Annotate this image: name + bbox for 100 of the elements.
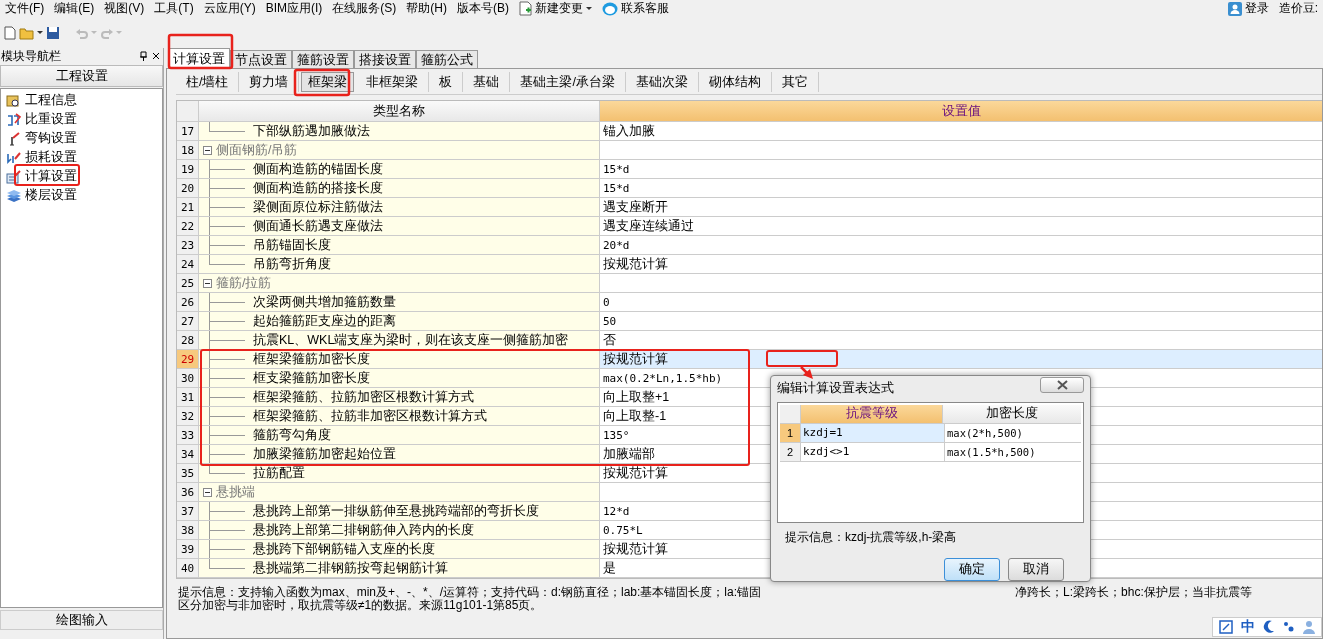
setting-value[interactable]: 0.75*L (603, 523, 643, 537)
highlight-box (766, 350, 838, 367)
setting-name: 下部纵筋遇加腋做法 (253, 122, 370, 140)
menu-item[interactable]: 帮助(H) (401, 0, 452, 17)
folder-icon[interactable] (19, 25, 35, 40)
ime-mode[interactable]: 中 (1241, 618, 1255, 636)
sub-tab[interactable]: 非框架梁 (356, 72, 430, 92)
annotation-arrow (800, 366, 813, 379)
setting-value[interactable]: 15*d (603, 162, 630, 176)
cancel-button[interactable]: 取消 (1008, 558, 1064, 581)
column-header[interactable]: 抗震等级 (801, 404, 943, 423)
setting-name: 次梁两侧共增加箍筋数量 (253, 293, 396, 311)
collapse-icon[interactable] (203, 145, 212, 155)
row-number: 31 (177, 388, 199, 406)
sub-tab[interactable]: 基础主梁/承台梁 (510, 72, 626, 92)
collapse-icon[interactable] (203, 487, 212, 497)
row-number: 32 (177, 407, 199, 425)
setting-value[interactable]: max(0.2*Ln,1.5*hb) (603, 371, 723, 385)
tree-item[interactable]: 计算设置 (1, 167, 162, 186)
setting-value[interactable]: 加腋端部 (603, 445, 655, 463)
setting-value[interactable]: 12*d (603, 504, 630, 518)
menu-item[interactable]: 云应用(Y) (198, 0, 261, 17)
setting-value[interactable]: 0 (603, 295, 610, 309)
save-icon[interactable] (46, 25, 60, 40)
row-number: 20 (177, 179, 199, 197)
tab[interactable]: 节点设置 (230, 50, 292, 68)
new-change-menu[interactable]: 新建变更 (514, 0, 597, 17)
column-header[interactable]: 加密长度 (943, 404, 1081, 423)
row-number: 24 (177, 255, 199, 273)
row-number: 28 (177, 331, 199, 349)
ok-button[interactable]: 确定 (944, 558, 1000, 581)
section-button[interactable]: 工程设置 (0, 65, 163, 87)
menu-item[interactable]: 在线服务(S) (327, 0, 402, 17)
setting-value[interactable]: 是 (603, 559, 616, 577)
setting-value[interactable]: 按规范计算 (603, 540, 668, 558)
tab[interactable]: 搭接设置 (354, 50, 416, 68)
pin-icon[interactable] (139, 51, 148, 61)
table-cell[interactable]: max(1.5*h,500) (945, 442, 1081, 461)
column-header[interactable]: 设置值 (600, 101, 1322, 121)
setting-value[interactable]: 按规范计算 (603, 464, 668, 482)
row-number: 34 (177, 445, 199, 463)
setting-value[interactable]: 向上取整-1 (603, 407, 667, 425)
login-link[interactable]: 登录 (1222, 0, 1274, 17)
setting-value[interactable]: 遇支座连续通过 (603, 217, 694, 235)
dialog-title: 编辑计算设置表达式 (777, 380, 895, 398)
sub-tab[interactable]: 其它 (771, 72, 819, 92)
sub-tab[interactable]: 板 (429, 72, 464, 92)
row-number: 18 (177, 141, 199, 159)
setting-value[interactable]: 20*d (603, 238, 630, 252)
tree-item[interactable]: 楼层设置 (1, 186, 162, 205)
row-number: 17 (177, 122, 199, 140)
collapse-icon[interactable] (203, 278, 212, 288)
menu-item[interactable]: 编辑(E) (49, 0, 100, 17)
sub-tab[interactable]: 基础 (463, 72, 511, 92)
setting-name: 吊筋锚固长度 (253, 236, 331, 254)
setting-value[interactable]: 按规范计算 (603, 255, 668, 273)
tree-item[interactable]: 比重设置 (1, 110, 162, 129)
setting-value[interactable]: 遇支座断开 (603, 198, 668, 216)
setting-value[interactable]: 向上取整+1 (603, 388, 670, 406)
new-file-icon[interactable] (4, 25, 16, 40)
setting-value[interactable]: 135° (603, 428, 630, 442)
hint-text: 提示信息：kzdj-抗震等级,h-梁高 (785, 528, 957, 546)
setting-value[interactable]: 锚入加腋 (603, 122, 655, 140)
sub-tab[interactable]: 框架梁 (301, 72, 355, 92)
setting-value[interactable]: 否 (603, 331, 616, 349)
menu-item[interactable]: 文件(F) (0, 0, 50, 17)
ime-toolbar[interactable]: 中 (1212, 617, 1322, 637)
row-number: 29 (177, 350, 199, 368)
tree-item[interactable]: 弯钩设置 (1, 129, 162, 148)
tree-item[interactable]: 损耗设置 (1, 148, 162, 167)
setting-value[interactable]: 15*d (603, 181, 630, 195)
tab[interactable]: 计算设置 (168, 48, 230, 68)
document-icon (519, 1, 532, 16)
tree-item[interactable]: 工程信息 (1, 91, 162, 110)
drawing-input-button[interactable]: 绘图输入 (0, 610, 163, 630)
setting-name: 侧面构造筋的搭接长度 (253, 179, 383, 197)
setting-name: 吊筋弯折角度 (253, 255, 331, 273)
menu-item[interactable]: 版本号(B) (452, 0, 514, 17)
table-cell[interactable]: kzdj<>1 (801, 442, 945, 461)
sub-tab[interactable]: 砌体结构 (698, 72, 772, 92)
setting-name: 抗震KL、WKL端支座为梁时，则在该支座一侧箍筋加密 (253, 331, 569, 349)
contact-service-link[interactable]: 联系客服 (597, 0, 674, 17)
close-icon[interactable] (152, 52, 160, 60)
menu-item[interactable]: 视图(V) (99, 0, 150, 17)
menu-item[interactable]: BIM应用(I) (260, 0, 328, 17)
floor-settings-icon (6, 188, 22, 203)
close-button[interactable] (1040, 376, 1084, 393)
menu-item[interactable]: 工具(T) (149, 0, 199, 17)
sub-tab[interactable]: 基础次梁 (625, 72, 699, 92)
tab[interactable]: 箍筋公式 (416, 50, 478, 68)
column-header[interactable]: 类型名称 (199, 101, 600, 121)
setting-value[interactable]: 按规范计算 (603, 350, 668, 368)
tab[interactable]: 箍筋设置 (292, 50, 354, 68)
table-cell[interactable]: max(2*h,500) (945, 423, 1081, 442)
group-label: 箍筋/拉筋 (216, 274, 272, 292)
setting-value[interactable]: 50 (603, 314, 617, 328)
setting-name: 框架梁箍筋、拉筋加密区根数计算方式 (253, 388, 474, 406)
hint-text: 区分加密与非加密时，取抗震等级≠1的数据。来源11g101-1第85页。 (178, 599, 543, 612)
sub-tab[interactable]: 剪力墙 (239, 72, 300, 92)
sub-tab[interactable]: 柱/墙柱 (176, 72, 240, 92)
